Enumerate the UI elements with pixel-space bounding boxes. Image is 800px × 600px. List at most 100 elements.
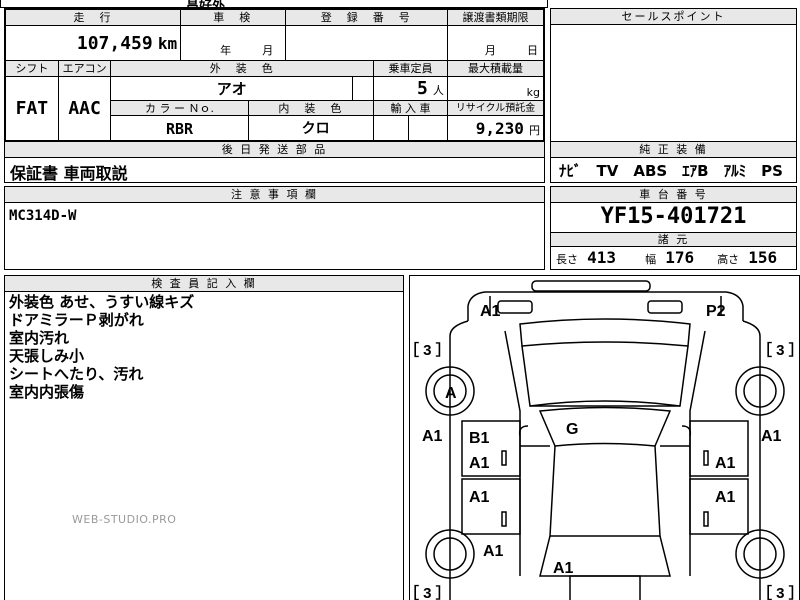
width-label: 幅 bbox=[645, 253, 657, 266]
recycle-header: リサイクル預託金 bbox=[446, 100, 544, 117]
mark-a1-right-front-door: A1 bbox=[715, 455, 736, 472]
later-parts-header: 後 日 発 送 部 品 bbox=[5, 142, 544, 158]
mark-b1-left-front-door: B1 bbox=[469, 430, 490, 447]
length-value: 413 bbox=[587, 248, 616, 267]
inspection-month-label: 月 bbox=[262, 44, 274, 58]
later-parts-value: 保証書 車両取説 bbox=[10, 164, 128, 183]
transfer-day-label: 日 bbox=[527, 44, 538, 58]
windshield bbox=[538, 406, 672, 447]
top-strip: 昌好外 bbox=[0, 0, 548, 8]
max-load-cell: kg bbox=[446, 75, 544, 102]
left-rear-door bbox=[461, 478, 521, 535]
sales-point-header: セールスポイント bbox=[551, 9, 796, 25]
mark-tire-front-right: ［ 3 ］ bbox=[757, 341, 800, 359]
shift-header: シフト bbox=[5, 60, 59, 77]
capacity-unit: 人 bbox=[432, 83, 444, 97]
mileage-unit: km bbox=[157, 33, 178, 53]
mark-a-wheel: A bbox=[445, 385, 457, 402]
top-strip-text: 昌好外 bbox=[186, 0, 226, 8]
inspection-year-label: 年 bbox=[220, 44, 232, 58]
body-top-outline bbox=[467, 291, 744, 321]
exterior-color-cell: アオ bbox=[110, 75, 353, 102]
spec-table: 走 行 車 検 登 録 番 号 譲渡書類期限 107,459 km 年 月 月 … bbox=[4, 8, 545, 142]
recycle-value: 9,230 bbox=[475, 118, 524, 138]
mark-a1-top-left: A1 bbox=[480, 303, 501, 320]
interior-color-header: 内 装 色 bbox=[247, 100, 375, 117]
right-rear-door bbox=[689, 478, 749, 535]
inspector-line: 天張しみ小 bbox=[9, 347, 85, 365]
inspection-header: 車 検 bbox=[180, 9, 286, 27]
sales-point-box: セールスポイント bbox=[550, 8, 797, 143]
exterior-color-value: アオ bbox=[216, 79, 247, 98]
mileage-header: 走 行 bbox=[5, 9, 182, 27]
chassis-box: 車 台 番 号 YF15-401721 諸 元 長さ 413 幅 176 高さ … bbox=[550, 186, 797, 270]
spoiler-outline bbox=[531, 280, 651, 292]
registration-cell bbox=[284, 25, 448, 62]
mark-tire-front-left: ［ 3 ］ bbox=[410, 341, 451, 359]
mark-a1-left-front-door: A1 bbox=[469, 455, 490, 472]
color-no-value: RBR bbox=[165, 119, 194, 138]
notes-box: 注 意 事 項 欄 MC314D-W bbox=[4, 186, 545, 270]
mileage-cell: 107,459 km bbox=[5, 25, 182, 62]
mark-a1-left-rear-quarter: A1 bbox=[483, 543, 504, 560]
dims-header: 諸 元 bbox=[551, 232, 796, 247]
interior-color-cell: クロ 系 bbox=[247, 115, 375, 141]
recycle-unit: 円 bbox=[529, 123, 540, 137]
mark-a1-left-rear-door: A1 bbox=[469, 489, 490, 506]
length-label: 長さ bbox=[556, 253, 578, 266]
mark-a1-rear: A1 bbox=[553, 560, 574, 577]
diagram-box: A1 P2 ［ 3 ］ ［ 3 ］ ［ 3 ］ ［ 3 ］ A A1 A1 B1… bbox=[409, 275, 800, 600]
registration-header: 登 録 番 号 bbox=[284, 9, 448, 27]
exterior-color-header: 外 装 色 bbox=[110, 60, 375, 77]
interior-color-value: クロ bbox=[301, 121, 330, 138]
transfer-date-cell: 月 日 bbox=[446, 25, 544, 62]
transfer-date-header: 譲渡書類期限 bbox=[446, 9, 544, 27]
inspector-notes: 外装色 あせ、うすい線キズ ドアミラーＰ剥がれ 室内汚れ 天張しみ小 シートへた… bbox=[9, 293, 194, 401]
mark-a1-right-fender: A1 bbox=[761, 428, 782, 445]
mark-a1-left-fender: A1 bbox=[422, 428, 443, 445]
import-cell-b bbox=[407, 115, 448, 141]
mark-tire-rear-right: ［ 3 ］ bbox=[757, 584, 800, 600]
capacity-header: 乗車定員 bbox=[373, 60, 448, 77]
spec-grid: 走 行 車 検 登 録 番 号 譲渡書類期限 107,459 km 年 月 月 … bbox=[5, 9, 544, 141]
rear-glass bbox=[519, 318, 691, 347]
mark-p2-top-right: P2 bbox=[706, 303, 726, 320]
inspector-line: シートへたり、汚れ bbox=[9, 365, 144, 383]
mileage-value: 107,459 bbox=[76, 32, 153, 54]
equipment-header: 純 正 装 備 bbox=[551, 142, 796, 158]
capacity-value: 5 bbox=[416, 77, 428, 99]
transfer-month-label: 月 bbox=[484, 44, 496, 58]
chassis-header: 車 台 番 号 bbox=[551, 187, 796, 203]
capacity-cell: 5 人 bbox=[373, 75, 448, 102]
import-header: 輸 入 車 bbox=[373, 100, 448, 117]
height-label: 高さ bbox=[717, 253, 740, 266]
height-value: 156 bbox=[748, 248, 778, 267]
car-diagram: A1 P2 ［ 3 ］ ［ 3 ］ ［ 3 ］ ［ 3 ］ A A1 A1 B1… bbox=[410, 280, 800, 600]
watermark: WEB-STUDIO.PRO bbox=[72, 513, 177, 526]
color-no-header: カ ラ ー Ｎｏ. bbox=[110, 100, 249, 117]
max-load-unit: kg bbox=[526, 86, 540, 100]
notes-value: MC314D-W bbox=[9, 208, 77, 224]
exterior-color-extra bbox=[351, 75, 375, 102]
hood bbox=[549, 445, 661, 537]
equipment-value: ﾅﾋﾞ TV ABS ｴｱB ｱﾙﾐ PS PW bbox=[559, 162, 796, 180]
inspector-line: 室内内張傷 bbox=[9, 383, 85, 401]
chassis-value: YF15-401721 bbox=[600, 204, 747, 229]
recycle-cell: 9,230 円 bbox=[446, 115, 544, 141]
inspector-line: 外装色 あせ、うすい線キズ bbox=[9, 293, 195, 311]
inspector-header: 検 査 員 記 入 欄 bbox=[5, 276, 403, 292]
shift-value: FAT bbox=[5, 75, 59, 141]
inspector-line: 室内汚れ bbox=[9, 329, 70, 347]
dims-row: 長さ 413 幅 176 高さ 156 bbox=[556, 248, 794, 268]
equipment-box: 純 正 装 備 ﾅﾋﾞ TV ABS ｴｱB ｱﾙﾐ PS PW bbox=[550, 141, 797, 183]
import-cell-a bbox=[373, 115, 409, 141]
max-load-header: 最大積載量 bbox=[446, 60, 544, 77]
width-value: 176 bbox=[665, 248, 695, 267]
inspection-cell: 年 月 bbox=[180, 25, 286, 62]
mark-tire-rear-left: ［ 3 ］ bbox=[410, 584, 451, 600]
notes-header: 注 意 事 項 欄 bbox=[5, 187, 544, 203]
aircon-value: AAC bbox=[57, 75, 112, 141]
aircon-header: エアコン bbox=[57, 60, 112, 77]
mark-a1-right-rear-door: A1 bbox=[715, 489, 736, 506]
inspector-line: ドアミラーＰ剥がれ bbox=[9, 311, 144, 329]
